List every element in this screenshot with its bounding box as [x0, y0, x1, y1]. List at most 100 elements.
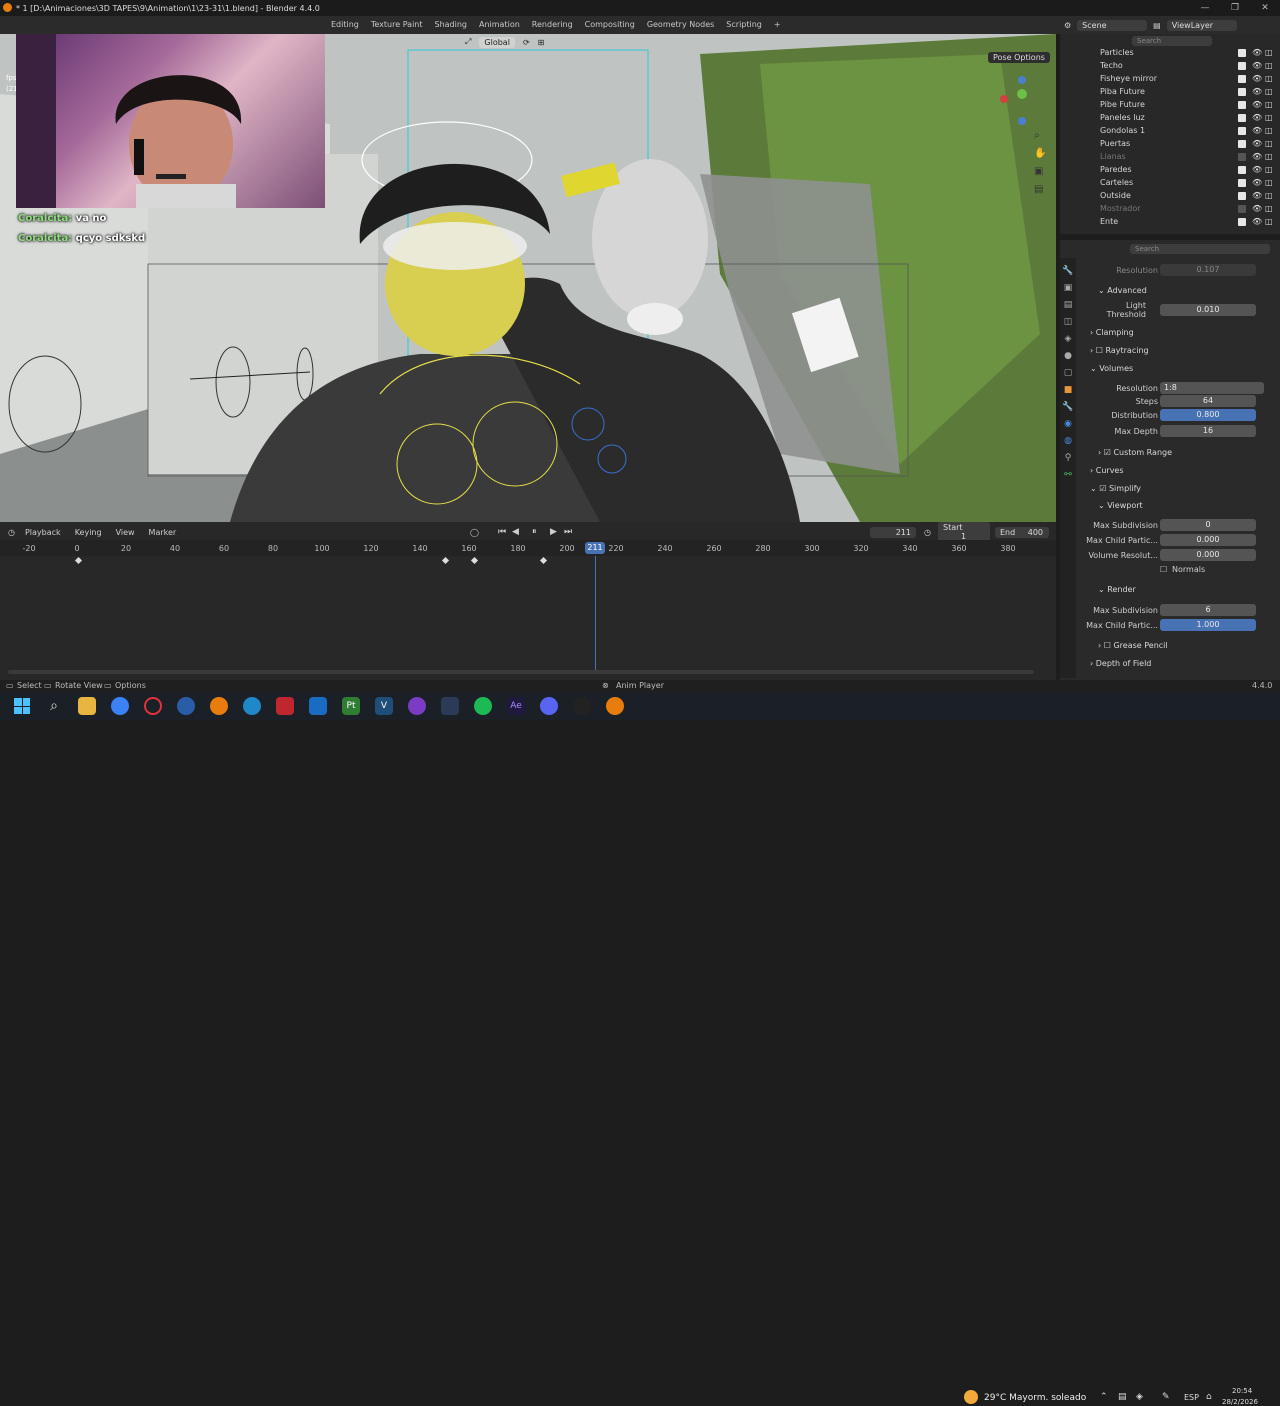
- eye-icon[interactable]: 👁: [1252, 152, 1262, 161]
- tab-geometry-nodes[interactable]: Geometry Nodes: [641, 16, 720, 34]
- jump-end-icon[interactable]: ⏭: [564, 527, 572, 537]
- grease-pencil-subpanel-header[interactable]: › ☐ Grease Pencil: [1098, 641, 1168, 650]
- simplify-panel-header[interactable]: ⌄ ☑ Simplify: [1090, 484, 1141, 493]
- distribution-slider[interactable]: 0.800: [1160, 409, 1256, 421]
- close-button[interactable]: ✕: [1250, 0, 1280, 16]
- spotify-icon[interactable]: [474, 697, 492, 715]
- checkbox-icon[interactable]: [1238, 74, 1246, 83]
- outliner-row[interactable]: Outside 👁 ◫: [1060, 189, 1280, 202]
- playback-menu[interactable]: Playback: [25, 528, 61, 537]
- max-child-slider[interactable]: 0.000: [1160, 534, 1256, 546]
- after-effects-icon[interactable]: Ae: [507, 697, 525, 715]
- outliner-row[interactable]: Paredes 👁 ◫: [1060, 163, 1280, 176]
- weather-label[interactable]: 29°C Mayorm. soleado: [984, 1393, 1086, 1403]
- outliner-row[interactable]: Lianas 👁 ◫: [1060, 150, 1280, 163]
- checkbox-icon[interactable]: [1238, 126, 1246, 135]
- outliner-row[interactable]: Pibe Future 👁 ◫: [1060, 98, 1280, 111]
- playhead-frame-badge[interactable]: 211: [585, 542, 605, 554]
- transform-orientation-select[interactable]: Global: [479, 36, 515, 48]
- outliner-row[interactable]: Particles 👁 ◫: [1060, 46, 1280, 59]
- blender-active-icon[interactable]: [606, 697, 624, 715]
- pen-icon[interactable]: ✎: [1162, 1392, 1170, 1402]
- r-max-child-slider[interactable]: 1.000: [1160, 619, 1256, 631]
- snap-icon[interactable]: ⊞: [538, 38, 545, 47]
- pt-app-icon[interactable]: Pt: [342, 697, 360, 715]
- blender-taskbar-icon[interactable]: [210, 697, 228, 715]
- end-frame-field[interactable]: End 400: [995, 526, 1049, 538]
- render-icon[interactable]: ◫: [1265, 217, 1273, 226]
- eye-icon[interactable]: 👁: [1252, 191, 1262, 200]
- eye-icon[interactable]: 👁: [1252, 61, 1262, 70]
- steps-field[interactable]: 64: [1160, 395, 1256, 407]
- clock-date[interactable]: 28/2/2026: [1222, 1398, 1258, 1406]
- max-subdivision-field[interactable]: 0: [1160, 519, 1256, 531]
- editor-type-icon[interactable]: ◷: [8, 528, 15, 537]
- edge-icon[interactable]: [243, 697, 261, 715]
- camera-icon[interactable]: ▣: [1034, 166, 1048, 177]
- checkbox-icon[interactable]: [1238, 48, 1246, 57]
- max-depth-field[interactable]: 16: [1160, 425, 1256, 437]
- tool-tab-icon[interactable]: 🔧: [1062, 266, 1073, 276]
- render-icon[interactable]: ◫: [1265, 100, 1273, 109]
- marker-menu[interactable]: Marker: [149, 528, 177, 537]
- v-app-icon[interactable]: V: [375, 697, 393, 715]
- file-explorer-icon[interactable]: [78, 697, 96, 715]
- pause-icon[interactable]: ⏸: [532, 527, 537, 537]
- outliner-row[interactable]: Carteles 👁 ◫: [1060, 176, 1280, 189]
- search-icon[interactable]: ⌕: [45, 697, 63, 715]
- volume-res-slider[interactable]: 0.000: [1160, 549, 1256, 561]
- render-icon[interactable]: ◫: [1265, 48, 1273, 57]
- tab-rendering[interactable]: Rendering: [526, 16, 579, 34]
- depth-of-field-panel-header[interactable]: › Depth of Field: [1090, 659, 1151, 668]
- start-frame-field[interactable]: Start 1: [938, 522, 990, 542]
- curves-panel-header[interactable]: › Curves: [1090, 466, 1124, 475]
- obs-icon[interactable]: [573, 697, 591, 715]
- physics-tab-icon[interactable]: ◍: [1064, 436, 1072, 446]
- eye-icon[interactable]: 👁: [1252, 100, 1262, 109]
- pose-options-button[interactable]: Pose Options: [988, 52, 1050, 63]
- custom-range-panel-header[interactable]: › ☑ Custom Range: [1098, 448, 1172, 457]
- render-icon[interactable]: ◫: [1265, 139, 1273, 148]
- app-icon[interactable]: [408, 697, 426, 715]
- timeline-scrollbar[interactable]: [8, 670, 1034, 674]
- chrome-icon[interactable]: [111, 697, 129, 715]
- pivot-point-icon[interactable]: ⟳: [523, 38, 530, 47]
- lock-icon[interactable]: ▤: [1034, 184, 1048, 195]
- view-menu[interactable]: View: [116, 528, 135, 537]
- outliner-row[interactable]: Puertas 👁 ◫: [1060, 137, 1280, 150]
- outliner-row[interactable]: Fisheye mirror 👁 ◫: [1060, 72, 1280, 85]
- eye-icon[interactable]: 👁: [1252, 165, 1262, 174]
- eye-icon[interactable]: 👁: [1252, 139, 1262, 148]
- tab-texture-paint[interactable]: Texture Paint: [365, 16, 429, 34]
- render-icon[interactable]: ◫: [1265, 61, 1273, 70]
- outliner-row[interactable]: Paneles luz 👁 ◫: [1060, 111, 1280, 124]
- tab-editing[interactable]: Editing: [325, 16, 365, 34]
- tab-shading[interactable]: Shading: [429, 16, 474, 34]
- r-max-subdivision-field[interactable]: 6: [1160, 604, 1256, 616]
- modifier-tab-icon[interactable]: 🔧: [1062, 402, 1073, 412]
- record-icon[interactable]: ◯: [470, 528, 479, 537]
- render-icon[interactable]: ◫: [1265, 126, 1273, 135]
- clamping-panel-header[interactable]: › Clamping: [1090, 328, 1134, 337]
- object-tab-icon[interactable]: ■: [1064, 385, 1073, 395]
- render-icon[interactable]: ◫: [1265, 178, 1273, 187]
- viewport-subpanel-header[interactable]: ⌄ Viewport: [1098, 501, 1143, 510]
- render-icon[interactable]: ◫: [1265, 204, 1273, 213]
- network-icon[interactable]: ⌂: [1206, 1392, 1212, 1402]
- discord-icon[interactable]: [540, 697, 558, 715]
- volumes-panel-header[interactable]: ⌄ Volumes: [1090, 364, 1133, 373]
- app-icon[interactable]: [177, 697, 195, 715]
- tab-scripting[interactable]: Scripting: [720, 16, 768, 34]
- clock-time[interactable]: 20:54: [1232, 1387, 1252, 1395]
- hand-icon[interactable]: ✋: [1034, 148, 1048, 159]
- render-icon[interactable]: ◫: [1265, 191, 1273, 200]
- language-indicator[interactable]: ESP: [1184, 1393, 1199, 1402]
- eye-icon[interactable]: 👁: [1252, 48, 1262, 57]
- video-app-icon[interactable]: [276, 697, 294, 715]
- normals-checkbox-icon[interactable]: ☐: [1160, 565, 1167, 574]
- output-tab-icon[interactable]: ▤: [1064, 300, 1073, 310]
- weather-sun-icon[interactable]: [964, 1390, 978, 1404]
- playhead-line[interactable]: [595, 556, 596, 674]
- outliner-row[interactable]: Ente 👁 ◫: [1060, 215, 1280, 228]
- light-threshold-field[interactable]: 0.010: [1160, 304, 1256, 316]
